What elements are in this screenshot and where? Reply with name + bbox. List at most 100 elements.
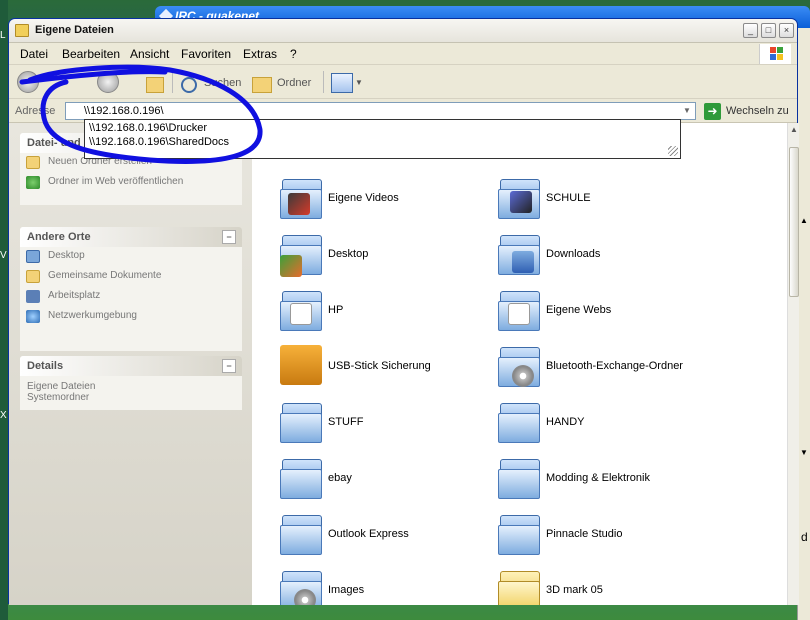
file-name: Eigene Webs [546, 304, 612, 316]
file-item[interactable]: STUFF [278, 399, 488, 449]
file-item[interactable]: Eigene Videos [278, 175, 488, 225]
forward-button[interactable] [97, 71, 119, 93]
file-item[interactable]: Downloads [496, 231, 706, 281]
folder-icon [278, 231, 324, 277]
new-folder-icon [26, 156, 40, 169]
file-name: STUFF [328, 416, 364, 428]
menu-bearbeiten[interactable]: Bearbeiten [62, 47, 120, 61]
details-group: Details − Eigene Dateien Systemordner [20, 356, 242, 410]
views-dropdown-icon[interactable]: ▼ [355, 72, 363, 94]
search-icon[interactable] [181, 77, 197, 93]
file-item[interactable]: HANDY [496, 399, 706, 449]
file-name: Desktop [328, 248, 369, 260]
folder-icon [278, 175, 324, 221]
scroll-up-icon[interactable]: ▲ [800, 216, 808, 225]
folder-icon [496, 399, 542, 445]
file-item[interactable]: Pinnacle Studio [496, 511, 706, 561]
resize-grip-icon[interactable] [668, 146, 678, 156]
search-button[interactable]: Suchen [204, 72, 241, 94]
title-bar[interactable]: Eigene Dateien _ □ × [9, 19, 797, 43]
file-name: ebay [328, 472, 352, 484]
file-item[interactable]: USB-Stick Sicherung [278, 343, 488, 393]
details-title-text: Details [27, 360, 64, 372]
folder-icon [15, 24, 29, 37]
folder-icon [496, 511, 542, 557]
file-item[interactable]: Outlook Express [278, 511, 488, 561]
file-item[interactable]: ebay [278, 455, 488, 505]
go-arrow-icon: ➜ [704, 103, 721, 120]
file-item[interactable]: Images [278, 567, 488, 605]
scroll-thumb[interactable] [789, 147, 799, 297]
file-name: HANDY [546, 416, 585, 428]
suggestion-drucker[interactable]: \\192.168.0.196\Drucker [89, 122, 207, 134]
file-item[interactable]: HP [278, 287, 488, 337]
publish-web-icon [26, 176, 40, 189]
file-name: Bluetooth-Exchange-Ordner [546, 360, 683, 372]
file-item[interactable]: 3D mark 05 [496, 567, 706, 605]
back-button[interactable] [17, 71, 39, 93]
folder-icon [496, 287, 542, 333]
views-icon[interactable] [331, 73, 353, 93]
collapse-icon[interactable]: − [222, 359, 236, 373]
toolbar-separator [172, 71, 173, 93]
place-desktop[interactable]: Desktop [20, 247, 242, 267]
menu-extras[interactable]: Extras [243, 47, 277, 61]
toolbar-separator [323, 71, 324, 93]
file-item[interactable]: SCHULE [496, 175, 706, 225]
file-item[interactable]: Modding & Elektronik [496, 455, 706, 505]
scroll-down-icon[interactable]: ▼ [800, 448, 808, 457]
details-title[interactable]: Details − [20, 356, 242, 376]
folder-icon [278, 567, 324, 605]
up-folder-icon[interactable] [146, 77, 164, 93]
minimize-button[interactable]: _ [743, 23, 758, 38]
maximize-button[interactable]: □ [761, 23, 776, 38]
place-label: Desktop [48, 250, 85, 261]
edge-letter: d [801, 530, 808, 544]
folder-icon [496, 231, 542, 277]
collapse-icon[interactable]: − [222, 230, 236, 244]
task-publish-web[interactable]: Ordner im Web veröffentlichen [20, 173, 242, 193]
place-network[interactable]: Netzwerkumgebung [20, 307, 242, 327]
file-item[interactable]: Eigene Webs [496, 287, 706, 337]
folders-button[interactable]: Ordner [277, 72, 311, 94]
place-shared-docs[interactable]: Gemeinsame Dokumente [20, 267, 242, 287]
folder-icon [278, 511, 324, 557]
address-dropdown-icon[interactable]: ▼ [680, 103, 694, 119]
place-my-computer[interactable]: Arbeitsplatz [20, 287, 242, 307]
menu-ansicht[interactable]: Ansicht [130, 47, 169, 61]
other-places-title-text: Andere Orte [27, 231, 91, 243]
file-name: HP [328, 304, 344, 316]
file-item[interactable]: Desktop [278, 231, 488, 281]
explorer-window: Eigene Dateien _ □ × Datei Bearbeiten An… [8, 18, 799, 605]
suggestion-shareddocs[interactable]: \\192.168.0.196\SharedDocs [89, 136, 229, 148]
folder-icon [496, 455, 542, 501]
file-name: Downloads [546, 248, 601, 260]
menu-favoriten[interactable]: Favoriten [181, 47, 231, 61]
go-button[interactable]: ➜ Wechseln zu [704, 103, 794, 120]
close-button[interactable]: × [779, 23, 794, 38]
place-label: Arbeitsplatz [48, 290, 101, 301]
place-label: Gemeinsame Dokumente [48, 270, 162, 281]
menu-help[interactable]: ? [290, 47, 297, 61]
folder-icon [496, 567, 542, 605]
file-name: 3D mark 05 [546, 584, 603, 596]
task-pane: Datei- und Ordneraufgaben Neuen Ordner e… [9, 123, 252, 605]
folders-icon[interactable] [252, 77, 272, 93]
menu-datei[interactable]: Datei [20, 47, 48, 61]
place-label: Netzwerkumgebung [48, 310, 137, 321]
details-name: Eigene Dateien [27, 381, 96, 392]
computer-icon [26, 290, 40, 303]
folder-icon [496, 175, 542, 221]
window-title: Eigene Dateien [35, 24, 114, 36]
go-label: Wechseln zu [726, 105, 789, 117]
file-name: Images [328, 584, 365, 596]
desktop-left-edge: LVX [0, 0, 8, 620]
other-places-title[interactable]: Andere Orte − [20, 227, 242, 247]
scroll-up-icon[interactable]: ▲ [790, 125, 798, 134]
vertical-scrollbar[interactable]: ▲ [787, 123, 799, 605]
address-input[interactable]: \\192.168.0.196\ [65, 102, 696, 120]
shared-folder-icon [26, 270, 40, 283]
file-name: Outlook Express [328, 528, 409, 540]
file-item[interactable]: Bluetooth-Exchange-Ordner [496, 343, 706, 393]
menu-bar: Datei Bearbeiten Ansicht Favoriten Extra… [9, 43, 797, 65]
